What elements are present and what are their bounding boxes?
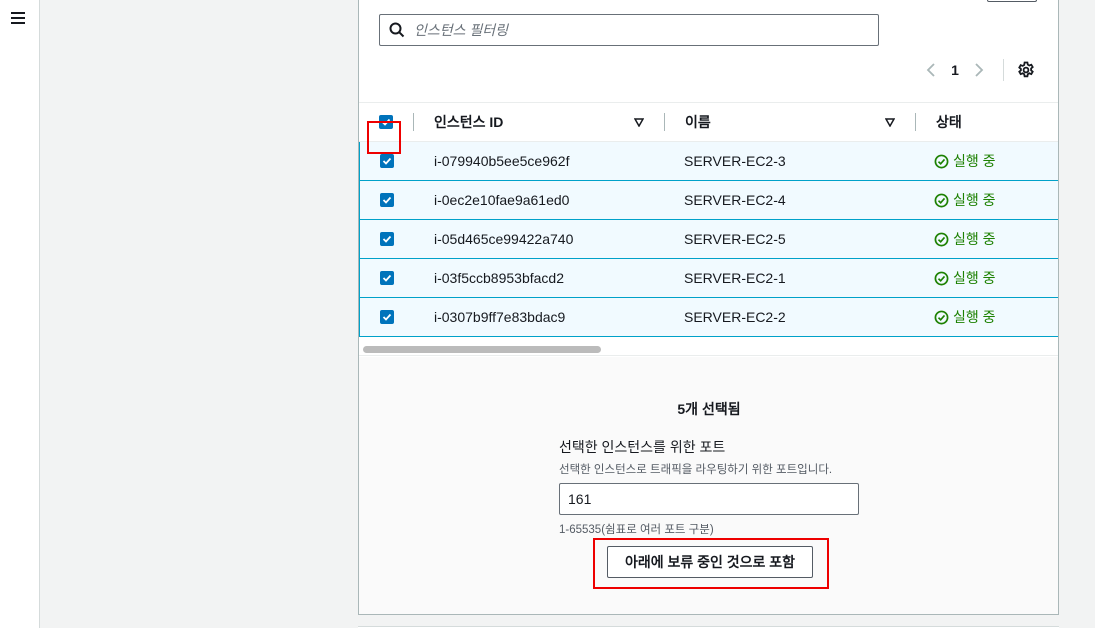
row-checkbox[interactable] [379, 154, 394, 168]
row-checkbox[interactable] [379, 193, 394, 207]
instances-table: 인스턴스 ID 이름 상태 i-079940b5ee5ce962f SERVER… [359, 102, 1058, 337]
header-checkbox-cell [359, 115, 413, 154]
check-icon [382, 235, 391, 243]
instance-state: 실행 중 [913, 151, 1058, 171]
table-row[interactable]: i-0ec2e10fae9a61ed0 SERVER-EC2-4 실행 중 [359, 180, 1058, 220]
instance-id: i-0ec2e10fae9a61ed0 [434, 192, 570, 208]
state-label: 실행 중 [953, 153, 996, 169]
status-ok-icon [934, 232, 949, 246]
status-ok-icon [934, 310, 949, 324]
row-checkbox-cell [360, 271, 413, 285]
column-header-label: 이름 [685, 114, 711, 130]
check-icon [382, 274, 391, 282]
sort-icon[interactable] [634, 117, 644, 127]
table-header: 인스턴스 ID 이름 상태 [359, 102, 1058, 154]
row-checkbox-cell [360, 154, 413, 168]
instance-name: SERVER-EC2-4 [684, 192, 786, 208]
highlight-box [367, 121, 401, 154]
check-icon [382, 313, 391, 321]
filter-input[interactable] [414, 16, 864, 44]
instance-name: SERVER-EC2-5 [684, 231, 786, 247]
row-checkbox-cell [360, 193, 413, 207]
status-ok-icon [934, 193, 949, 207]
table-row[interactable]: i-079940b5ee5ce962f SERVER-EC2-3 실행 중 [359, 141, 1058, 181]
pagination-divider [1003, 59, 1004, 81]
chevron-right-icon[interactable] [967, 58, 991, 82]
column-header-name[interactable]: 이름 [665, 112, 915, 132]
check-icon [382, 157, 391, 165]
menu-icon[interactable] [11, 12, 25, 24]
row-checkbox-cell [360, 310, 413, 324]
row-checkbox[interactable] [379, 271, 394, 285]
status-ok-icon [934, 271, 949, 285]
instance-state: 실행 중 [913, 307, 1058, 327]
port-label: 선택한 인스턴스를 위한 포트 [559, 439, 726, 455]
top-button[interactable] [987, 0, 1037, 2]
instance-id: i-0307b9ff7e83bdac9 [434, 309, 566, 325]
status-ok-icon [934, 154, 949, 168]
row-checkbox-cell [360, 232, 413, 246]
row-checkbox[interactable] [379, 232, 394, 246]
table-row[interactable]: i-03f5ccb8953bfacd2 SERVER-EC2-1 실행 중 [359, 258, 1058, 298]
port-input[interactable] [559, 483, 859, 515]
selected-count: 5개 선택됨 [677, 401, 741, 417]
left-nav [0, 0, 40, 628]
instance-state: 실행 중 [913, 229, 1058, 249]
column-header-state[interactable]: 상태 [916, 112, 1058, 132]
instance-state: 실행 중 [913, 268, 1058, 288]
table-row[interactable]: i-0307b9ff7e83bdac9 SERVER-EC2-2 실행 중 [359, 297, 1058, 337]
state-label: 실행 중 [953, 231, 996, 247]
page-number[interactable]: 1 [943, 62, 967, 78]
sort-icon[interactable] [885, 117, 895, 127]
include-as-pending-button[interactable]: 아래에 보류 중인 것으로 포함 [607, 546, 813, 578]
scrollbar-thumb[interactable] [363, 346, 601, 353]
state-label: 실행 중 [953, 270, 996, 286]
port-hint: 1-65535(쉼표로 여러 포트 구분) [559, 524, 714, 536]
instance-id: i-05d465ce99422a740 [434, 231, 574, 247]
state-label: 실행 중 [953, 192, 996, 208]
chevron-left-icon[interactable] [919, 58, 943, 82]
search-icon [380, 22, 414, 38]
instance-name: SERVER-EC2-3 [684, 153, 786, 169]
filter-box[interactable] [379, 14, 879, 46]
column-header-instance-id[interactable]: 인스턴스 ID [414, 112, 664, 132]
horizontal-scrollbar[interactable] [359, 342, 1058, 356]
pagination: 1 [919, 58, 1038, 82]
check-icon [382, 196, 391, 204]
instance-name: SERVER-EC2-2 [684, 309, 786, 325]
highlight-box: 아래에 보류 중인 것으로 포함 [593, 538, 829, 589]
instance-id: i-079940b5ee5ce962f [434, 153, 570, 169]
instance-id: i-03f5ccb8953bfacd2 [434, 270, 564, 286]
column-header-label: 상태 [936, 114, 962, 130]
target-selection-panel: 1 인스턴스 ID [358, 0, 1059, 615]
table-row[interactable]: i-05d465ce99422a740 SERVER-EC2-5 실행 중 [359, 219, 1058, 259]
column-header-label: 인스턴스 ID [434, 114, 504, 130]
gear-icon[interactable] [1014, 58, 1038, 82]
port-form: 선택한 인스턴스를 위한 포트 선택한 인스턴스로 트래픽을 라우팅하기 위한 … [559, 437, 879, 537]
instance-state: 실행 중 [913, 190, 1058, 210]
port-description: 선택한 인스턴스로 트래픽을 라우팅하기 위한 포트입니다. [559, 464, 833, 476]
instance-name: SERVER-EC2-1 [684, 270, 786, 286]
selection-footer: 5개 선택됨 선택한 인스턴스를 위한 포트 선택한 인스턴스로 트래픽을 라우… [359, 357, 1058, 614]
row-checkbox[interactable] [379, 310, 394, 324]
state-label: 실행 중 [953, 309, 996, 325]
